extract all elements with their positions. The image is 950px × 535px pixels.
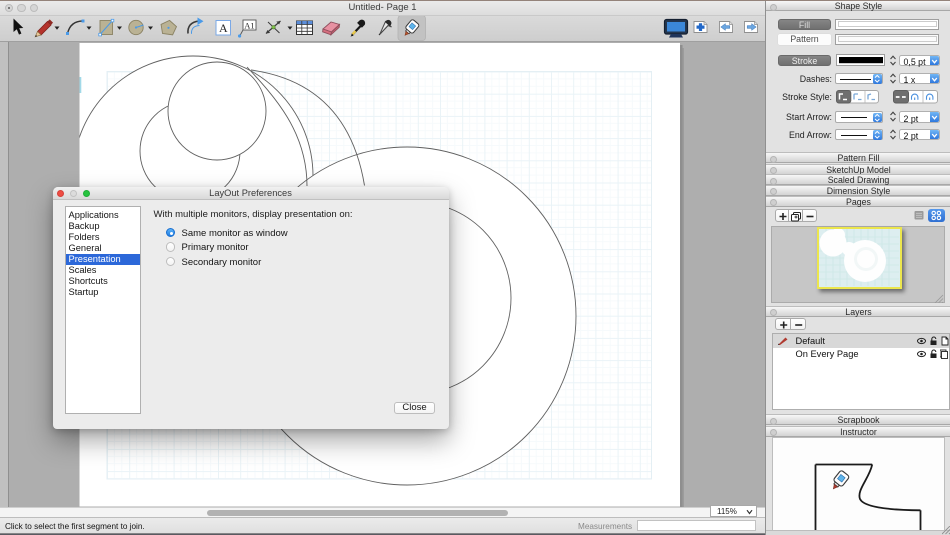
svg-text:A1: A1: [244, 20, 254, 30]
svg-text:A: A: [219, 21, 228, 35]
